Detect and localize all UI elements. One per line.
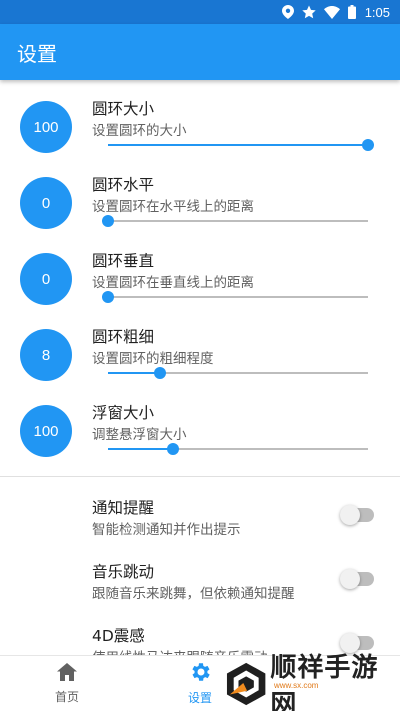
value-badge: 100 bbox=[20, 405, 72, 457]
music-beat-toggle[interactable] bbox=[340, 569, 374, 589]
nav-home-label: 首页 bbox=[54, 690, 79, 704]
value-badge: 0 bbox=[20, 253, 72, 305]
ring-thickness-slider[interactable] bbox=[108, 367, 368, 379]
setting-music-beat: 音乐跳动 跟随音乐来跳舞，但依赖通知提醒 bbox=[0, 560, 400, 616]
ring-horizontal-slider[interactable] bbox=[102, 215, 368, 227]
setting-ring-vertical: 0 圆环垂直 设置圆环在垂直线上的距离 bbox=[0, 252, 400, 329]
slider-thumb[interactable] bbox=[154, 367, 166, 379]
value-badge: 0 bbox=[20, 177, 72, 229]
watermark-text: 顺祥手游网 bbox=[270, 653, 379, 711]
ring-vertical-slider[interactable] bbox=[102, 291, 368, 303]
setting-title: 圆环大小 bbox=[92, 100, 155, 118]
slider-thumb[interactable] bbox=[362, 139, 374, 151]
section-divider bbox=[0, 476, 400, 477]
setting-subtitle: 设置圆环的大小 bbox=[92, 123, 187, 139]
setting-float-window-size: 100 浮窗大小 调整悬浮窗大小 bbox=[0, 404, 400, 481]
battery-icon bbox=[347, 5, 356, 19]
slider-fill bbox=[108, 448, 173, 450]
setting-subtitle: 调整悬浮窗大小 bbox=[92, 427, 187, 443]
nav-home[interactable]: 首页 bbox=[0, 656, 134, 711]
setting-subtitle: 设置圆环在水平线上的距离 bbox=[92, 199, 254, 215]
setting-ring-horizontal: 0 圆环水平 设置圆环在水平线上的距离 bbox=[0, 176, 400, 253]
setting-title: 4D震感 bbox=[92, 627, 145, 645]
setting-title: 圆环垂直 bbox=[92, 252, 155, 270]
notification-toggle[interactable] bbox=[340, 505, 374, 525]
watermark-logo-icon bbox=[226, 662, 266, 706]
status-bar: 1:05 bbox=[0, 0, 400, 24]
wifi-icon bbox=[323, 5, 340, 19]
slider-fill bbox=[108, 372, 160, 374]
gear-icon bbox=[190, 662, 210, 686]
setting-notification-reminder: 通知提醒 智能检测通知并作出提示 bbox=[0, 496, 400, 552]
setting-subtitle: 智能检测通知并作出提示 bbox=[92, 522, 241, 538]
slider-thumb[interactable] bbox=[167, 443, 179, 455]
float-window-size-slider[interactable] bbox=[108, 443, 368, 455]
app-bar: 设置 bbox=[0, 24, 400, 80]
watermark-url: www.sx.com bbox=[274, 681, 319, 690]
setting-title: 浮窗大小 bbox=[92, 404, 155, 422]
setting-title: 圆环水平 bbox=[92, 176, 155, 194]
home-icon bbox=[57, 663, 77, 685]
page-title: 设置 bbox=[17, 41, 57, 66]
setting-subtitle: 设置圆环的粗细程度 bbox=[92, 351, 214, 367]
status-time: 1:05 bbox=[364, 4, 390, 20]
ring-size-slider[interactable] bbox=[108, 139, 374, 151]
slider-thumb[interactable] bbox=[102, 291, 114, 303]
toggle-knob bbox=[340, 569, 360, 589]
nav-settings-label: 设置 bbox=[187, 691, 212, 705]
setting-subtitle: 设置圆环在垂直线上的距离 bbox=[92, 275, 254, 291]
setting-ring-size: 100 圆环大小 设置圆环的大小 bbox=[0, 100, 400, 177]
slider-fill bbox=[108, 144, 368, 146]
setting-ring-thickness: 8 圆环粗细 设置圆环的粗细程度 bbox=[0, 328, 400, 405]
setting-title: 圆环粗细 bbox=[92, 328, 155, 346]
setting-subtitle: 跟随音乐来跳舞，但依赖通知提醒 bbox=[92, 586, 295, 602]
value-badge: 100 bbox=[20, 101, 72, 153]
location-icon bbox=[281, 5, 294, 19]
value-badge: 8 bbox=[20, 329, 72, 381]
watermark: 顺祥手游网 www.sx.com bbox=[222, 653, 400, 711]
setting-title: 通知提醒 bbox=[92, 499, 155, 517]
star-icon bbox=[301, 5, 316, 19]
slider-thumb[interactable] bbox=[102, 215, 114, 227]
toggle-knob bbox=[340, 505, 360, 525]
setting-title: 音乐跳动 bbox=[92, 563, 155, 581]
